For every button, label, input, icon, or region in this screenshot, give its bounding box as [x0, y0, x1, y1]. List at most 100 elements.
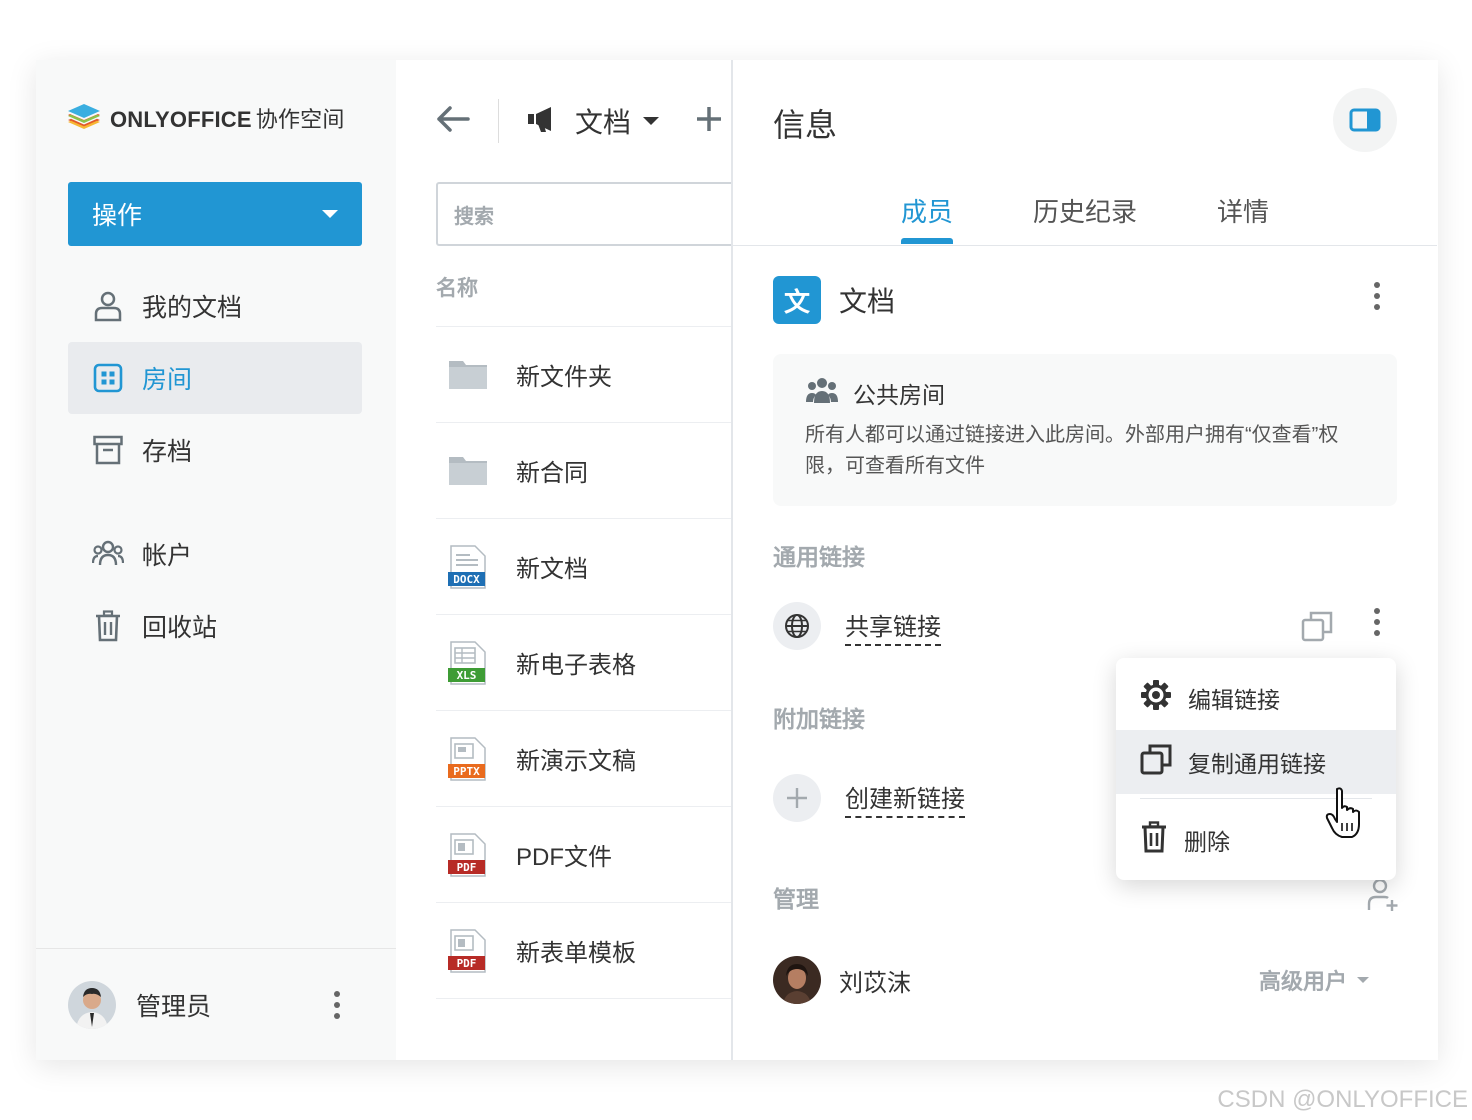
gear-icon	[1140, 679, 1172, 717]
notice-title: 公共房间	[853, 382, 945, 408]
file-name: 新文件夹	[516, 364, 612, 391]
room-header: 文 文档	[773, 276, 895, 324]
onlyoffice-logo-icon	[68, 104, 100, 129]
chevron-down-icon[interactable]	[643, 117, 660, 125]
link-context-menu: 编辑链接 复制通用链接 删除	[1116, 658, 1396, 880]
sidebar-item-label: 帐户	[142, 542, 193, 570]
sidebar-item-label: 我的文档	[142, 294, 243, 322]
room-badge: 文	[773, 276, 821, 324]
file-row[interactable]: PDF PDF文件	[436, 807, 746, 903]
pptx-file-icon: PPTX	[448, 736, 488, 781]
folder-icon	[448, 353, 488, 397]
panel-toggle-button[interactable]	[1333, 88, 1397, 152]
room-name: 文档	[839, 286, 896, 317]
menu-item-copy-general-link[interactable]: 复制通用链接	[1116, 730, 1396, 794]
plus-icon[interactable]	[773, 774, 821, 822]
menu-item-label: 删除	[1184, 829, 1230, 855]
general-links-label: 通用链接	[773, 544, 865, 570]
search-input[interactable]: 搜索	[436, 182, 746, 246]
file-topbar: 文档	[436, 96, 723, 146]
member-role-label: 高级用户	[1258, 969, 1347, 994]
svg-text:DOCX: DOCX	[453, 573, 480, 586]
archive-icon	[92, 434, 124, 466]
sidebar-panel-icon	[1349, 108, 1381, 132]
divider	[498, 99, 499, 143]
tab-members[interactable]: 成员	[901, 192, 953, 229]
tab-history[interactable]: 历史纪录	[1033, 192, 1137, 229]
globe-icon	[773, 602, 821, 650]
sidebar-item-archive[interactable]: 存档	[68, 414, 362, 486]
logo[interactable]: ONLYOFFICE 协作空间	[66, 102, 345, 134]
add-user-icon[interactable]	[1367, 878, 1399, 917]
sidebar-nav: 我的文档 房间 存档	[68, 270, 362, 486]
shared-link[interactable]: 共享链接	[845, 607, 941, 646]
file-pane: 文档 搜索 名称 新文件夹 新合同 DOCX 新文档 XLS 新电子表格 PPT…	[396, 60, 746, 1060]
file-row[interactable]: PPTX 新演示文稿	[436, 711, 746, 807]
file-name: 新电子表格	[516, 652, 636, 679]
sidebar-item-trash[interactable]: 回收站	[68, 590, 362, 662]
folder-icon	[448, 449, 488, 493]
create-link[interactable]: 创建新链接	[845, 779, 965, 818]
create-link-row: 创建新链接	[773, 774, 965, 822]
hand-cursor-icon	[1324, 786, 1368, 845]
info-panel: 信息 成员 历史纪录 详情 文 文档 公共房间 所有人都可以通过链接进入此房间。…	[731, 60, 1437, 1060]
file-row[interactable]: DOCX 新文档	[436, 519, 746, 615]
actions-button[interactable]: 操作	[68, 182, 362, 246]
file-row[interactable]: 新合同	[436, 423, 746, 519]
plus-icon[interactable]	[695, 105, 723, 138]
sidebar-item-accounts[interactable]: 帐户	[68, 518, 362, 590]
shared-link-row: 共享链接	[773, 602, 941, 650]
user-icon	[92, 290, 124, 322]
link-more-icon[interactable]	[1367, 608, 1387, 636]
column-header-name[interactable]: 名称	[436, 272, 478, 302]
menu-item-edit-link[interactable]: 编辑链接	[1116, 666, 1396, 730]
sidebar-item-label: 房间	[142, 366, 193, 394]
app-window: ONLYOFFICE 协作空间 操作 我的文档 房间 存档 帐户 回收站 管理员…	[36, 60, 1438, 1060]
avatar	[773, 956, 821, 1004]
accounts-icon	[92, 538, 124, 570]
trash-icon	[1140, 821, 1168, 859]
sidebar-item-my-documents[interactable]: 我的文档	[68, 270, 362, 342]
file-name: 新文档	[516, 556, 588, 583]
public-room-icon	[527, 105, 557, 138]
svg-text:PDF: PDF	[457, 957, 477, 970]
svg-text:PPTX: PPTX	[453, 765, 480, 778]
xls-file-icon: XLS	[448, 640, 488, 685]
sidebar-nav-secondary: 帐户 回收站	[68, 518, 362, 662]
sidebar-footer: 管理员	[36, 948, 396, 1060]
file-name: 新演示文稿	[516, 748, 636, 775]
additional-links-label: 附加链接	[773, 706, 865, 732]
info-tabs: 成员 历史纪录 详情	[733, 186, 1437, 246]
file-name: 新合同	[516, 460, 588, 487]
panel-title: 信息	[773, 107, 838, 143]
notice-text: 所有人都可以通过链接进入此房间。外部用户拥有“仅查看”权限，可查看所有文件	[805, 424, 1339, 477]
member-name: 刘苡沫	[839, 969, 911, 997]
copy-icon[interactable]	[1301, 610, 1333, 647]
notice-header: 公共房间	[805, 376, 1365, 410]
chevron-down-icon	[1357, 977, 1369, 983]
avatar[interactable]	[68, 980, 116, 1029]
file-row[interactable]: 新文件夹	[436, 327, 746, 423]
menu-item-label: 编辑链接	[1188, 687, 1280, 713]
actions-label: 操作	[92, 202, 143, 230]
back-arrow-icon[interactable]	[436, 105, 470, 138]
member-role-select[interactable]: 高级用户	[1259, 964, 1369, 996]
menu-item-label: 复制通用链接	[1188, 751, 1326, 777]
tab-details[interactable]: 详情	[1217, 192, 1269, 229]
active-tab-indicator	[901, 238, 953, 244]
chevron-down-icon	[322, 210, 338, 218]
user-more-icon[interactable]	[327, 990, 347, 1019]
people-icon	[805, 376, 839, 410]
user-name: 管理员	[136, 992, 212, 1021]
sidebar: ONLYOFFICE 协作空间 操作 我的文档 房间 存档 帐户 回收站 管理员	[36, 60, 396, 1060]
watermark: CSDN @ONLYOFFICE	[1217, 1086, 1468, 1113]
pdf-file-icon: PDF	[448, 832, 488, 877]
svg-text:PDF: PDF	[457, 861, 477, 874]
member-row[interactable]: 刘苡沫 高级用户	[773, 956, 1397, 1004]
file-row[interactable]: XLS 新电子表格	[436, 615, 746, 711]
room-more-icon[interactable]	[1367, 282, 1387, 310]
rooms-icon	[92, 362, 124, 394]
folder-title[interactable]: 文档	[575, 101, 631, 141]
file-row[interactable]: PDF 新表单模板	[436, 903, 746, 999]
sidebar-item-rooms[interactable]: 房间	[68, 342, 362, 414]
